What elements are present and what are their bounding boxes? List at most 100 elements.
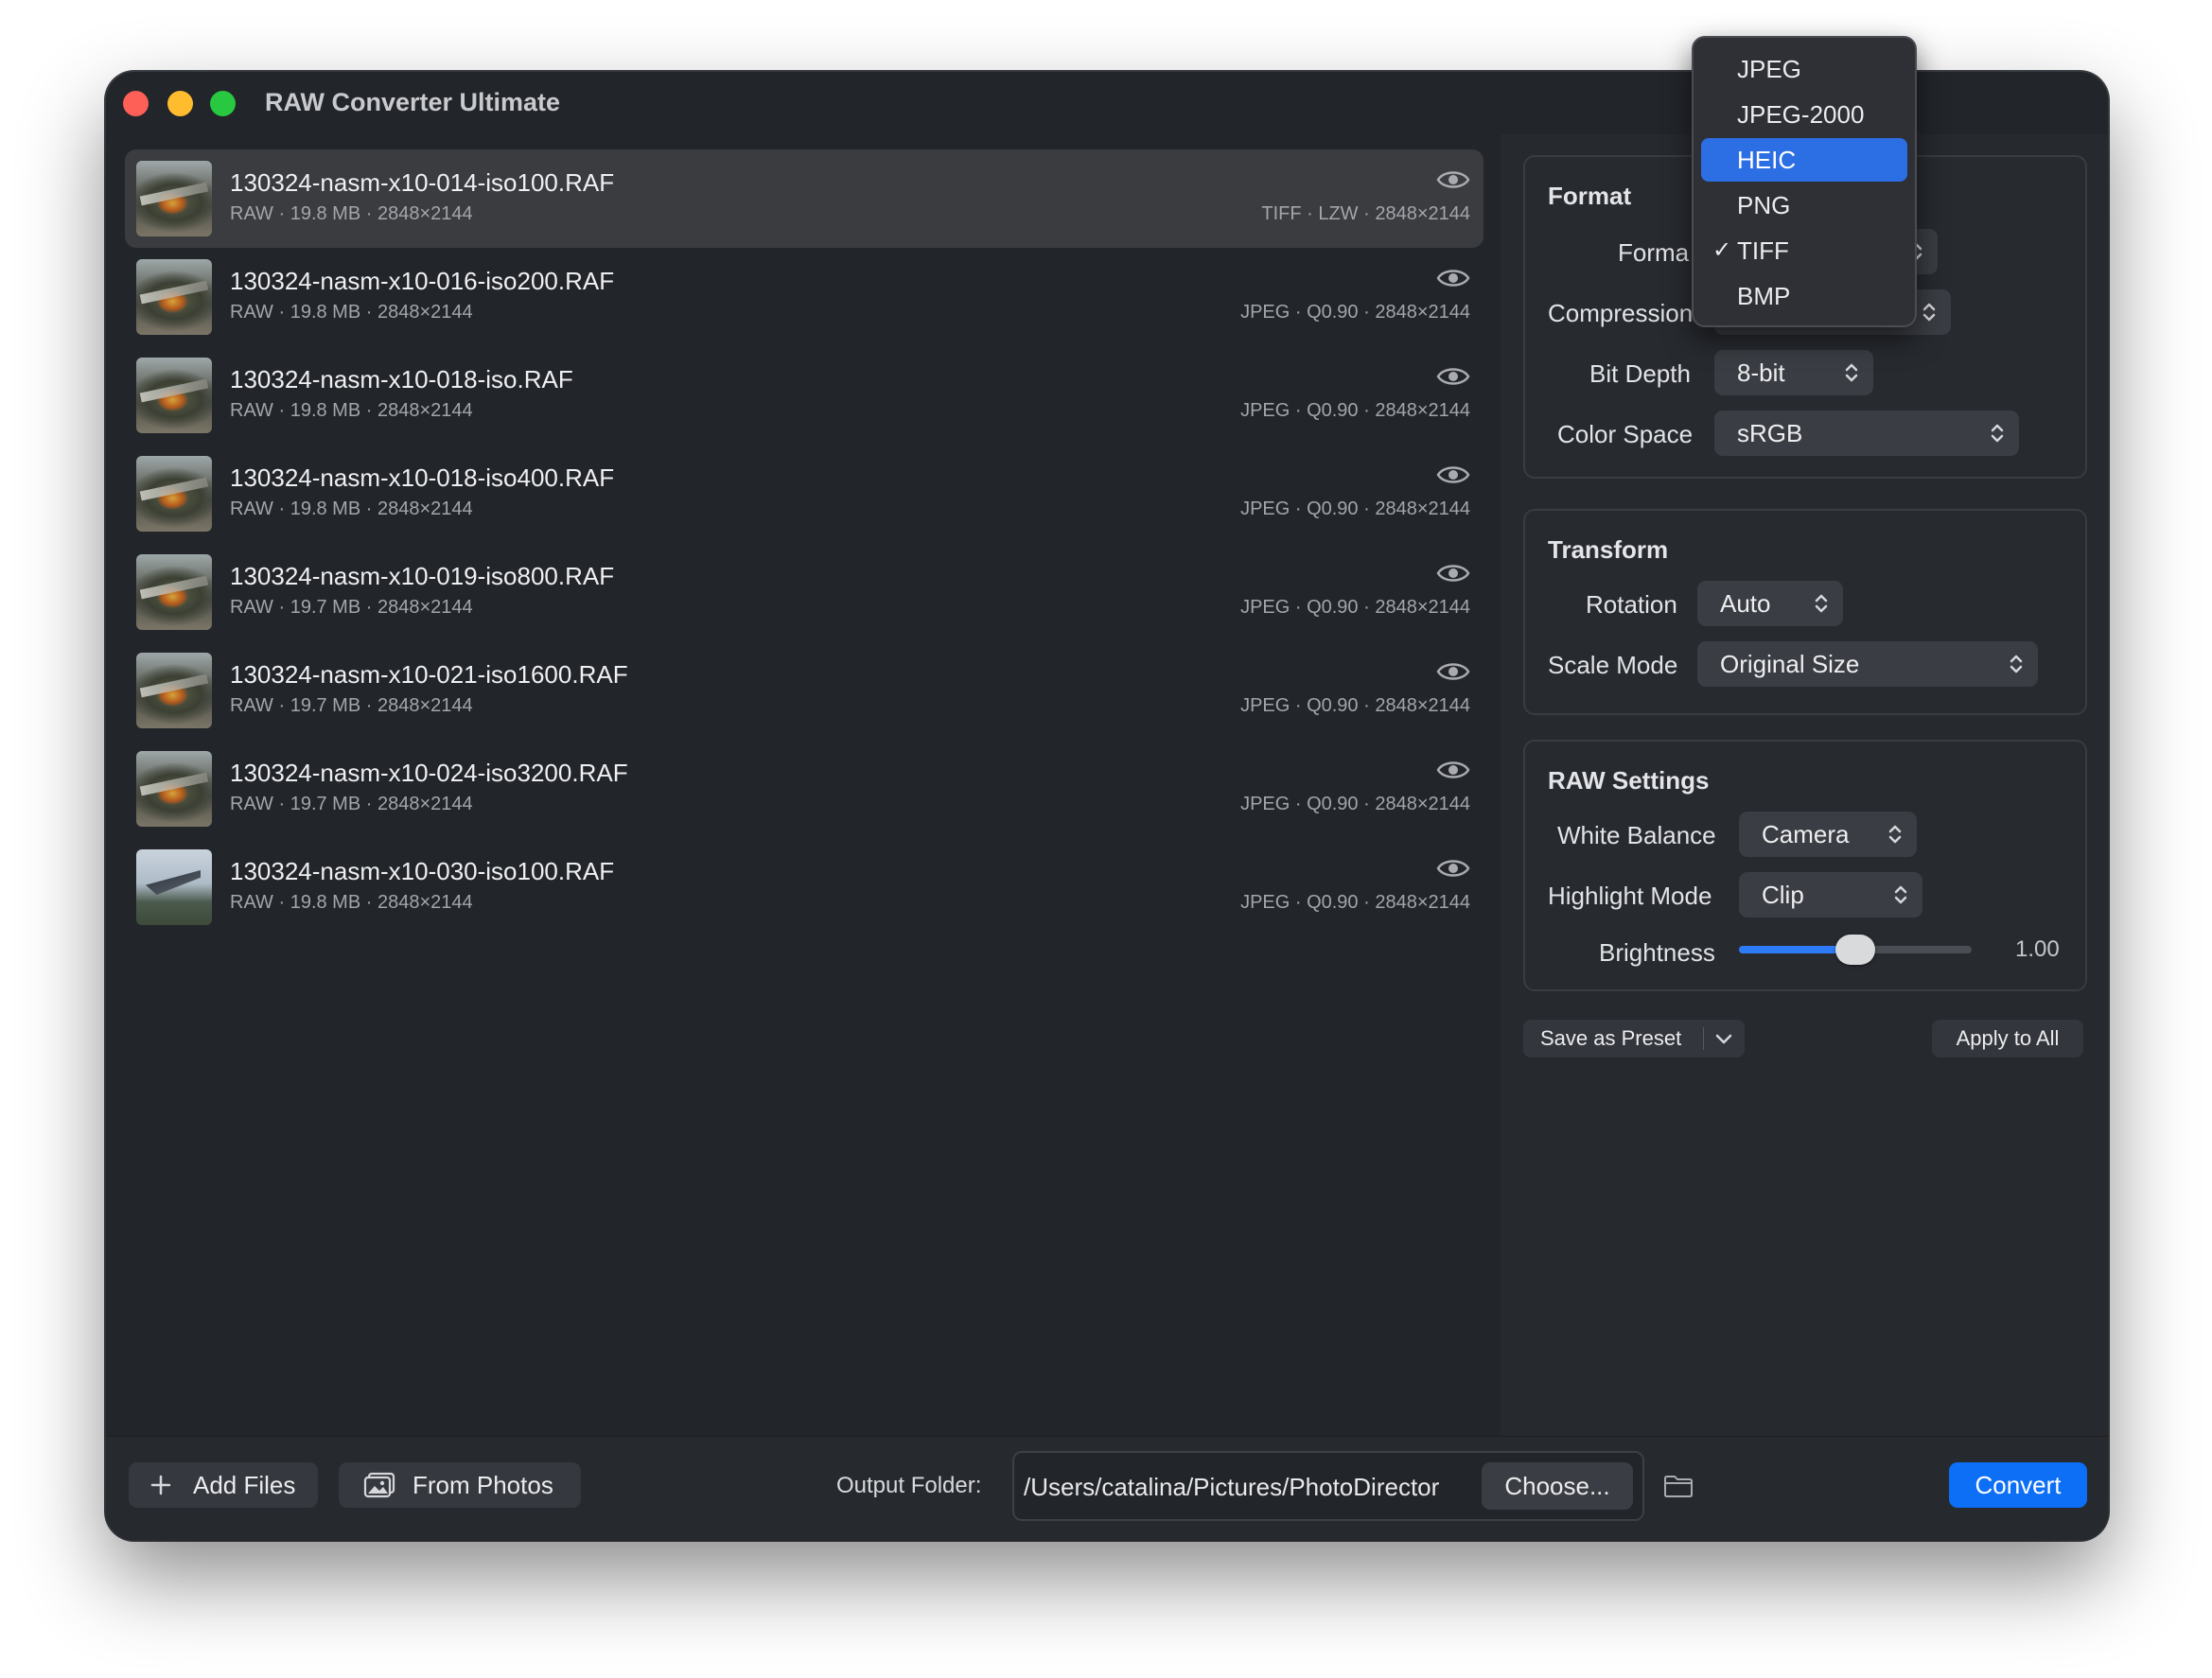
file-row[interactable]: 130324-nasm-x10-016-iso200.RAF RAW · 19.… [125,248,1483,346]
file-meta: RAW · 19.8 MB · 2848×2144 [230,203,473,224]
add-files-button[interactable]: Add Files [129,1462,318,1508]
menu-item-bmp[interactable]: BMP [1701,274,1907,318]
file-output-settings: JPEG · Q0.90 · 2848×2144 [1240,892,1470,913]
window-title: RAW Converter Ultimate [265,88,561,116]
transform-group-title: Transform [1548,535,1669,564]
convert-button[interactable]: Convert [1949,1462,2087,1508]
updown-chevron-icon [1991,424,2004,443]
white-balance-popup[interactable]: Camera [1739,812,1917,857]
from-photos-button[interactable]: From Photos [339,1462,581,1508]
checkmark-icon: ✓ [1712,237,1732,263]
file-output-settings: JPEG · Q0.90 · 2848×2144 [1240,597,1470,618]
file-output-settings: JPEG · Q0.90 · 2848×2144 [1240,794,1470,814]
brightness-value: 1.00 [2015,936,2060,962]
updown-chevron-icon [1815,594,1828,613]
raw-settings-group-title: RAW Settings [1548,766,1710,795]
white-balance-label: White Balance [1557,821,1716,849]
highlight-mode-popup[interactable]: Clip [1739,872,1922,918]
eye-icon[interactable] [1436,463,1470,486]
eye-icon[interactable] [1436,365,1470,388]
menu-item-heic[interactable]: HEIC [1701,138,1907,182]
file-meta: RAW · 19.7 MB · 2848×2144 [230,794,473,814]
rotation-popup[interactable]: Auto [1697,581,1843,626]
color-space-label: Color Space [1557,420,1694,448]
file-thumbnail [136,456,212,532]
photos-icon [363,1472,395,1498]
format-dropdown-menu: JPEG JPEG-2000 HEIC PNG ✓ TIFF BMP [1692,36,1917,327]
color-space-popup[interactable]: sRGB [1714,411,2019,456]
file-name: 130324-nasm-x10-021-iso1600.RAF [230,660,628,689]
updown-chevron-icon [1922,303,1936,322]
file-thumbnail [136,554,212,630]
file-output-settings: TIFF · LZW · 2848×2144 [1261,203,1470,224]
folder-icon[interactable] [1663,1474,1694,1498]
highlight-mode-value: Clip [1762,881,1804,909]
eye-icon[interactable] [1436,857,1470,880]
chevron-down-icon[interactable] [1714,1031,1733,1046]
zoom-window-button[interactable] [210,91,236,116]
file-row[interactable]: 130324-nasm-x10-018-iso400.RAF RAW · 19.… [125,445,1483,543]
plus-icon [150,1475,171,1495]
output-folder-field[interactable]: /Users/catalina/Pictures/PhotoDirector C… [1012,1451,1644,1521]
file-meta: RAW · 19.8 MB · 2848×2144 [230,400,473,421]
file-row[interactable]: 130324-nasm-x10-024-iso3200.RAF RAW · 19… [125,740,1483,838]
bit-depth-value: 8-bit [1737,358,1785,387]
file-output-settings: JPEG · Q0.90 · 2848×2144 [1240,302,1470,323]
file-output-settings: JPEG · Q0.90 · 2848×2144 [1240,400,1470,421]
scale-mode-popup[interactable]: Original Size [1697,641,2038,687]
output-folder-label: Output Folder: [836,1473,982,1498]
file-thumbnail [136,358,212,433]
add-files-label: Add Files [193,1471,296,1499]
file-name: 130324-nasm-x10-014-iso100.RAF [230,168,615,197]
choose-folder-button[interactable]: Choose... [1482,1462,1633,1510]
file-name: 130324-nasm-x10-019-iso800.RAF [230,562,615,590]
updown-chevron-icon [2010,655,2023,673]
format-group-title: Format [1548,182,1632,210]
file-row[interactable]: 130324-nasm-x10-019-iso800.RAF RAW · 19.… [125,543,1483,641]
eye-icon[interactable] [1436,562,1470,585]
file-thumbnail [136,161,212,236]
file-name: 130324-nasm-x10-030-iso100.RAF [230,857,615,885]
close-window-button[interactable] [123,91,149,116]
minimize-window-button[interactable] [167,91,193,116]
scale-mode-value: Original Size [1720,650,1860,678]
compression-label: Compression [1548,299,1694,327]
white-balance-value: Camera [1762,820,1850,848]
file-name: 130324-nasm-x10-024-iso3200.RAF [230,759,628,787]
file-name: 130324-nasm-x10-016-iso200.RAF [230,267,615,295]
bit-depth-popup[interactable]: 8-bit [1714,350,1873,395]
file-meta: RAW · 19.8 MB · 2848×2144 [230,498,473,519]
eye-icon[interactable] [1436,759,1470,781]
brightness-slider-knob[interactable] [1835,935,1875,965]
menu-item-jpeg[interactable]: JPEG [1701,47,1907,91]
eye-icon[interactable] [1436,168,1470,191]
eye-icon[interactable] [1436,267,1470,289]
file-thumbnail [136,751,212,827]
file-row[interactable]: 130324-nasm-x10-018-iso.RAF RAW · 19.8 M… [125,346,1483,445]
file-meta: RAW · 19.7 MB · 2848×2144 [230,597,473,618]
menu-item-png[interactable]: PNG [1701,184,1907,227]
save-preset-label: Save as Preset [1540,1026,1682,1050]
from-photos-label: From Photos [413,1471,553,1499]
output-folder-path: /Users/catalina/Pictures/PhotoDirector [1024,1473,1440,1501]
menu-item-jpeg-2000[interactable]: JPEG-2000 [1701,93,1907,136]
eye-icon[interactable] [1436,660,1470,683]
rotation-value: Auto [1720,589,1771,618]
save-preset-button[interactable]: Save as Preset [1523,1020,1745,1057]
split-divider [1703,1027,1704,1050]
transform-group: Transform Rotation Auto Scale Mode Origi… [1523,509,2087,715]
file-row[interactable]: 130324-nasm-x10-014-iso100.RAF RAW · 19.… [125,149,1483,248]
menu-item-tiff[interactable]: ✓ TIFF [1701,229,1907,272]
apply-to-all-button[interactable]: Apply to All [1932,1020,2083,1057]
file-name: 130324-nasm-x10-018-iso.RAF [230,365,573,393]
file-output-settings: JPEG · Q0.90 · 2848×2144 [1240,695,1470,716]
bit-depth-label: Bit Depth [1589,359,1691,388]
file-row[interactable]: 130324-nasm-x10-030-iso100.RAF RAW · 19.… [125,838,1483,936]
scale-mode-label: Scale Mode [1548,651,1678,679]
brightness-slider[interactable] [1739,935,1972,965]
brightness-label: Brightness [1599,938,1715,967]
file-row[interactable]: 130324-nasm-x10-021-iso1600.RAF RAW · 19… [125,641,1483,740]
file-thumbnail [136,653,212,728]
file-meta: RAW · 19.7 MB · 2848×2144 [230,695,473,716]
file-thumbnail [136,849,212,925]
